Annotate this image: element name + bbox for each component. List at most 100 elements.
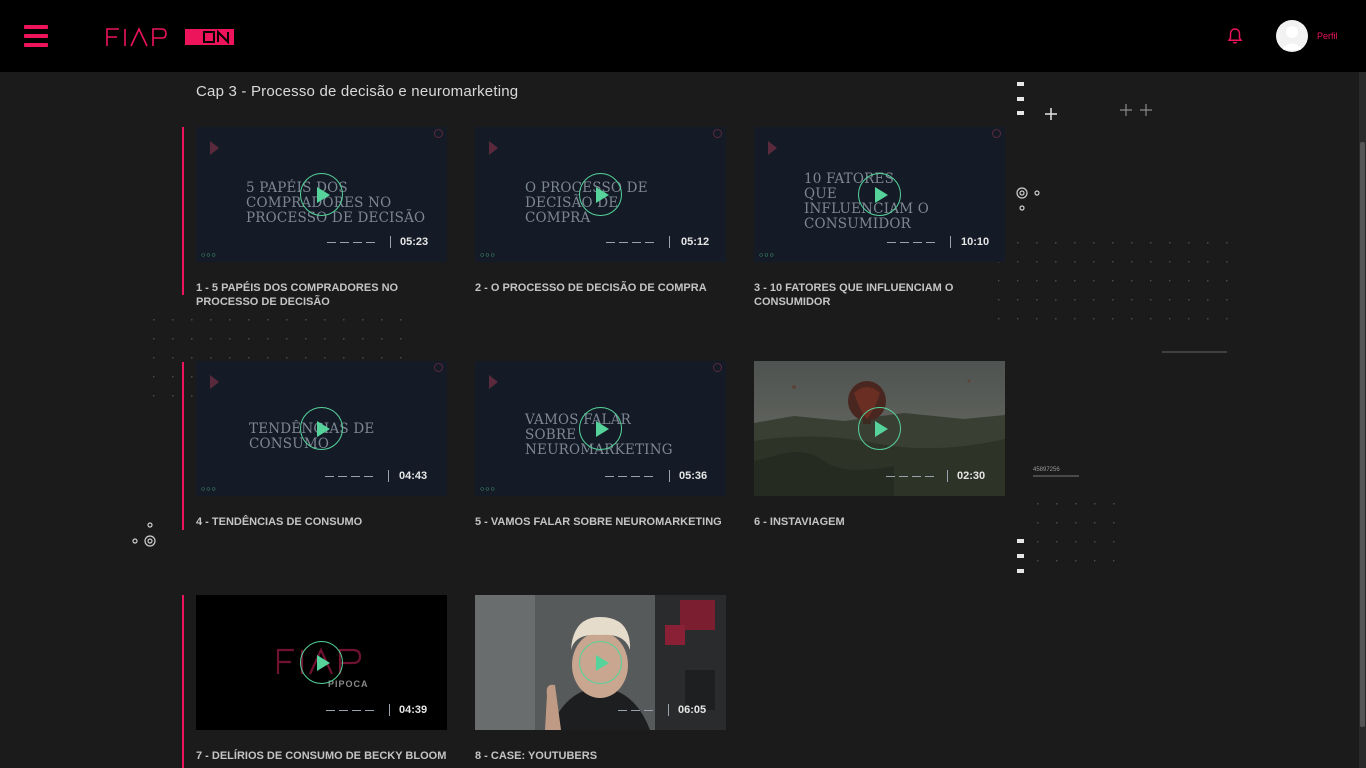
play-icon[interactable] xyxy=(300,641,343,684)
decor-dot xyxy=(1131,318,1133,320)
divider xyxy=(388,470,389,482)
video-title[interactable]: 7 - DELÍRIOS DE CONSUMO DE BECKY BLOOM xyxy=(196,749,447,763)
thumbnail-decor xyxy=(489,375,498,389)
video-thumbnail[interactable]: 10 FATORES QUE INFLUENCIAM O CONSUMIDOR … xyxy=(754,127,1005,262)
video-duration: 06:05 xyxy=(678,704,707,716)
decor-dot xyxy=(1226,261,1228,263)
play-icon[interactable] xyxy=(300,407,343,450)
divider xyxy=(669,236,670,248)
video-card-1[interactable]: 5 PAPÉIS DOS COMPRADORES NO PROCESSO DE … xyxy=(196,127,447,309)
decor-dot xyxy=(1017,261,1019,263)
decor-dot xyxy=(1075,541,1077,543)
play-icon[interactable] xyxy=(858,407,901,450)
decor-dot xyxy=(286,357,288,359)
video-thumbnail[interactable]: TENDÊNCIAS DE CONSUMO 04:43 ○○○ xyxy=(196,361,447,496)
decor-dot xyxy=(1017,299,1019,301)
video-card-6[interactable]: 02:30 6 - INSTAVIAGEM xyxy=(754,361,1005,529)
video-thumbnail[interactable]: 06:05 xyxy=(475,595,726,730)
avatar-icon[interactable] xyxy=(1276,20,1308,52)
video-card-8[interactable]: 06:05 8 - CASE: YOUTUBERS xyxy=(475,595,726,763)
decor-dot xyxy=(153,357,155,359)
decor-dot xyxy=(1112,261,1114,263)
decor-dot xyxy=(1056,560,1058,562)
video-card-3[interactable]: 10 FATORES QUE INFLUENCIAM O CONSUMIDOR … xyxy=(754,127,1005,309)
progress-dashes xyxy=(605,475,653,477)
video-title[interactable]: 2 - O PROCESSO DE DECISÃO DE COMPRA xyxy=(475,281,726,295)
thumbnail-decor xyxy=(992,129,1001,138)
decor-dot xyxy=(210,319,212,321)
video-thumbnail[interactable]: VAMOS FALAR SOBRE NEUROMARKETING 05:36 ○… xyxy=(475,361,726,496)
decor-dot xyxy=(1226,280,1228,282)
video-title[interactable]: 4 - TENDÊNCIAS DE CONSUMO xyxy=(196,515,447,529)
thumbnail-caption: 5 PAPÉIS DOS COMPRADORES NO PROCESSO DE … xyxy=(246,180,426,226)
decor-dot xyxy=(1226,242,1228,244)
video-title[interactable]: 8 - CASE: YOUTUBERS xyxy=(475,749,726,763)
decor-dot xyxy=(400,338,402,340)
video-card-5[interactable]: VAMOS FALAR SOBRE NEUROMARKETING 05:36 ○… xyxy=(475,361,726,529)
decor-dot xyxy=(1169,261,1171,263)
video-title[interactable]: 6 - INSTAVIAGEM xyxy=(754,515,1005,529)
decor-dot xyxy=(1131,299,1133,301)
thumbnail-decor xyxy=(210,141,219,155)
decor-dot xyxy=(1094,503,1096,505)
decor-dot xyxy=(1075,560,1077,562)
progress-dashes xyxy=(618,709,653,711)
video-duration: 10:10 xyxy=(961,236,990,248)
thumbnail-caption: TENDÊNCIAS DE CONSUMO xyxy=(249,421,375,452)
decor-dot xyxy=(1169,280,1171,282)
decor-dot xyxy=(172,338,174,340)
decor-dot xyxy=(153,395,155,397)
video-card-7[interactable]: PIPOCA 04:39 7 - DELÍRIOS DE CONSUMO DE … xyxy=(196,595,447,763)
play-icon[interactable] xyxy=(579,407,622,450)
decor-dot xyxy=(1056,522,1058,524)
decor-dot xyxy=(1150,318,1152,320)
decor-dot xyxy=(191,376,193,378)
hamburger-icon[interactable] xyxy=(24,25,48,47)
decor-dot xyxy=(1113,503,1115,505)
decor-dot xyxy=(324,357,326,359)
decor-dot xyxy=(1150,299,1152,301)
bell-icon[interactable] xyxy=(1226,27,1244,45)
decor-dot xyxy=(1207,261,1209,263)
video-card-2[interactable]: O PROCESSO DE DECISÃO DE COMPRA 05:12 ○○… xyxy=(475,127,726,295)
thumbnail-decor xyxy=(713,363,722,372)
video-card-4[interactable]: TENDÊNCIAS DE CONSUMO 04:43 ○○○ 4 - TEND… xyxy=(196,361,447,529)
decor-dot xyxy=(1112,318,1114,320)
decor-dot xyxy=(1037,522,1039,524)
chapter-accent-line xyxy=(182,362,184,530)
decor-dot xyxy=(1112,280,1114,282)
video-thumbnail[interactable]: 5 PAPÉIS DOS COMPRADORES NO PROCESSO DE … xyxy=(196,127,447,262)
decor-dot xyxy=(1056,541,1058,543)
fiap-on-logo[interactable] xyxy=(106,27,236,47)
decor-dot xyxy=(172,376,174,378)
decor-dot xyxy=(1017,318,1019,320)
play-icon[interactable] xyxy=(579,173,622,216)
play-icon[interactable] xyxy=(579,641,622,684)
decor-dot xyxy=(1150,261,1152,263)
decor-dot xyxy=(1074,261,1076,263)
play-icon[interactable] xyxy=(300,173,343,216)
profile-link[interactable]: Perfil xyxy=(1317,31,1338,41)
decor-dot xyxy=(153,319,155,321)
decor-dot xyxy=(172,319,174,321)
video-title[interactable]: 5 - VAMOS FALAR SOBRE NEUROMARKETING xyxy=(475,515,726,529)
decor-dot xyxy=(1131,280,1133,282)
video-title[interactable]: 3 - 10 FATORES QUE INFLUENCIAM O CONSUMI… xyxy=(754,281,1005,309)
decor-dot xyxy=(1150,242,1152,244)
video-title[interactable]: 1 - 5 PAPÉIS DOS COMPRADORES NO PROCESSO… xyxy=(196,281,447,309)
video-thumbnail[interactable]: O PROCESSO DE DECISÃO DE COMPRA 05:12 ○○… xyxy=(475,127,726,262)
decor-dot xyxy=(1207,318,1209,320)
progress-dashes xyxy=(606,241,654,243)
decor-dot xyxy=(1075,503,1077,505)
decor-dot xyxy=(381,319,383,321)
decor-dot xyxy=(1093,280,1095,282)
decor-dot xyxy=(191,395,193,397)
decor-dot xyxy=(343,338,345,340)
video-thumbnail[interactable]: PIPOCA 04:39 xyxy=(196,595,447,730)
play-icon[interactable] xyxy=(858,173,901,216)
video-duration: 04:39 xyxy=(399,704,428,716)
thumbnail-dots: ○○○ xyxy=(201,252,217,259)
video-thumbnail[interactable]: 02:30 xyxy=(754,361,1005,496)
decor-dot xyxy=(1055,318,1057,320)
decor-dot xyxy=(191,319,193,321)
